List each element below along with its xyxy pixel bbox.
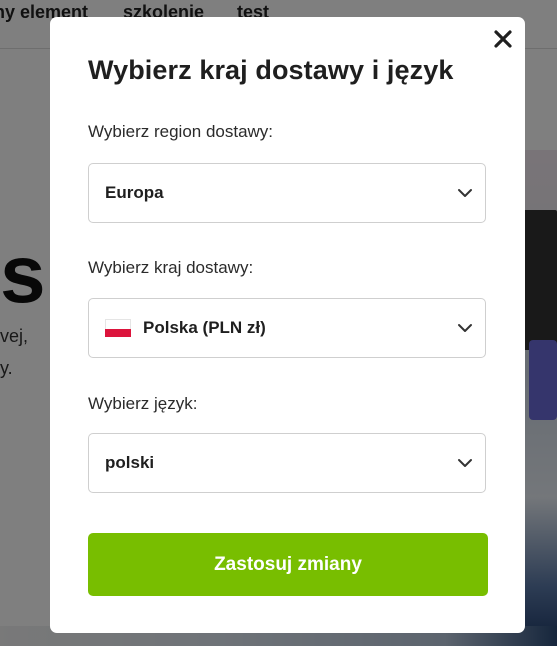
country-select-value: Polska (PLN zł) — [143, 318, 266, 337]
region-label: Wybierz region dostawy: — [88, 122, 274, 141]
language-select[interactable]: polski — [88, 433, 486, 493]
chevron-down-icon — [458, 324, 472, 332]
modal-title: Wybierz kraj dostawy i język — [88, 55, 454, 85]
region-select[interactable]: Europa — [88, 163, 486, 223]
language-select-value: polski — [105, 453, 155, 472]
chevron-down-icon — [458, 459, 472, 467]
country-label: Wybierz kraj dostawy: — [88, 258, 254, 277]
chevron-down-icon — [458, 189, 472, 197]
region-select-value: Europa — [105, 183, 164, 202]
country-language-modal: Wybierz kraj dostawy i język Wybierz reg… — [50, 17, 525, 633]
close-icon — [494, 30, 512, 48]
close-button[interactable] — [489, 25, 517, 53]
country-select[interactable]: Polska (PLN zł) — [88, 298, 486, 358]
language-label: Wybierz język: — [88, 394, 198, 413]
poland-flag-icon — [105, 319, 131, 337]
apply-changes-button[interactable]: Zastosuj zmiany — [88, 533, 488, 596]
